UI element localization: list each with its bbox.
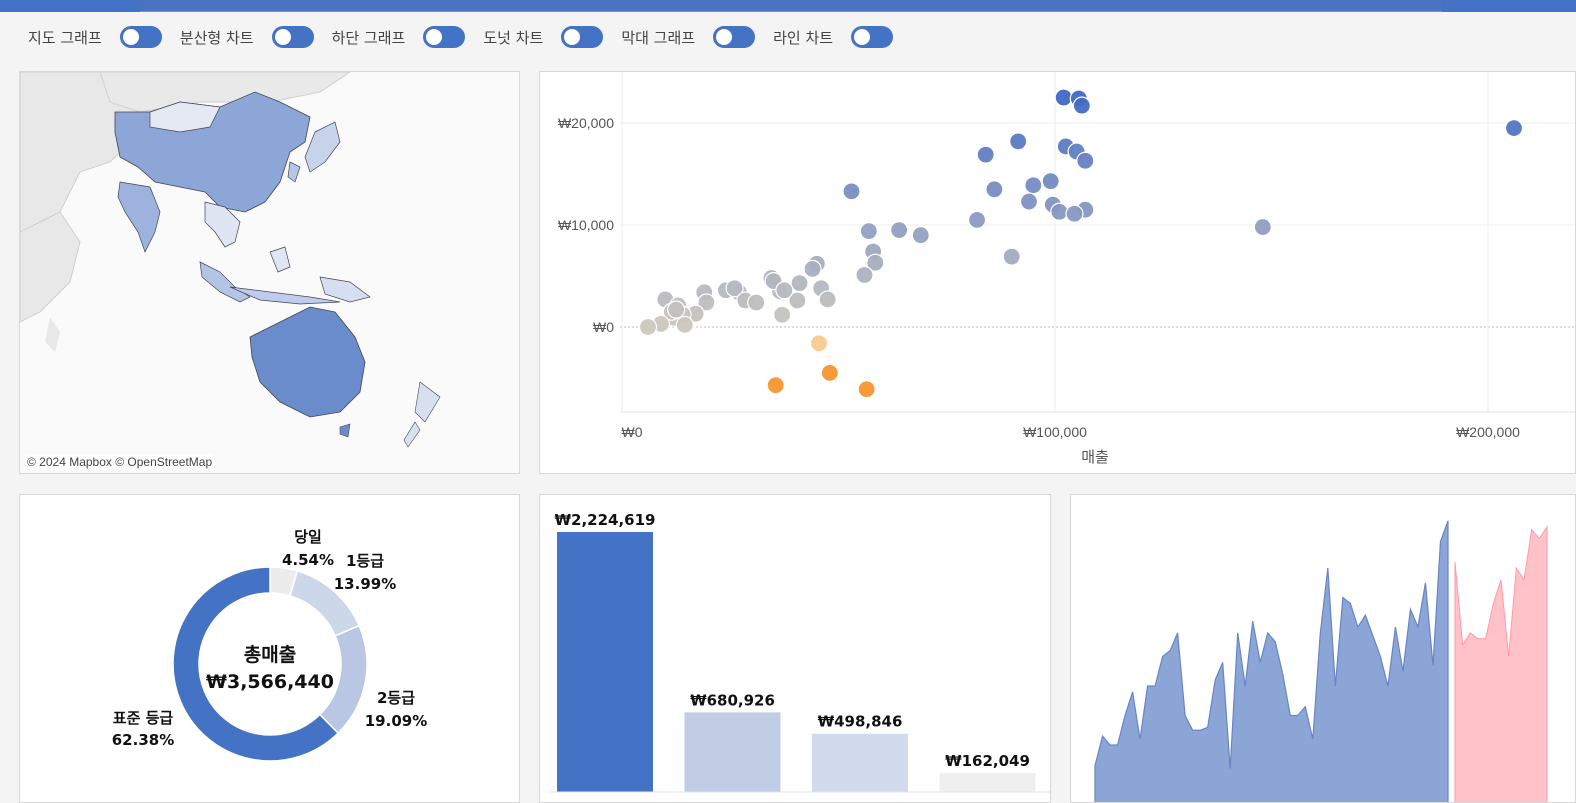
scatter-point[interactable]	[859, 222, 878, 241]
bar[interactable]	[812, 733, 908, 792]
map-svg[interactable]	[20, 72, 520, 474]
toggle-label: 라인 차트	[773, 28, 834, 47]
toggle-switch[interactable]	[561, 26, 604, 48]
area-series-forecast[interactable]	[1454, 525, 1548, 803]
toggle-toolbar: 지도 그래프 분산형 차트 하단 그래프 도넛 차트 막대 그래프 라인 차트	[28, 24, 911, 50]
scatter-point[interactable]	[773, 305, 792, 324]
x-tick-label: ₩200,000	[1456, 424, 1520, 440]
bar-value-label: ₩680,926	[690, 691, 775, 709]
bar-chart[interactable]: ₩2,224,619 ₩680,926 ₩498,846 ₩162,049	[540, 495, 1051, 803]
scatter-point[interactable]	[1002, 247, 1021, 266]
scatter-point[interactable]	[967, 210, 987, 229]
scatter-point[interactable]	[667, 300, 686, 319]
bar[interactable]	[557, 532, 653, 792]
scatter-point[interactable]	[1065, 204, 1084, 223]
y-tick-label: ₩10,000	[558, 217, 614, 233]
slice-label: 1등급	[346, 552, 384, 570]
toggle-knob	[716, 29, 733, 45]
toggle-switch[interactable]	[713, 26, 756, 48]
bar[interactable]	[939, 773, 1036, 792]
toggle-knob	[854, 29, 871, 45]
slice-pct: 19.09%	[365, 712, 427, 730]
scatter-point[interactable]	[775, 281, 794, 300]
x-axis-title: 매출	[1081, 449, 1109, 466]
scatter-panel[interactable]: ₩0 ₩100,000 ₩200,000 ₩0 ₩10,000 ₩20,000 …	[539, 71, 1576, 474]
scatter-point[interactable]	[809, 334, 829, 353]
toggle-knob	[426, 29, 443, 45]
scatter-point[interactable]	[911, 226, 930, 245]
bar-panel[interactable]: ₩2,224,619 ₩680,926 ₩498,846 ₩162,049	[539, 494, 1051, 803]
scatter-chart[interactable]: ₩0 ₩100,000 ₩200,000 ₩0 ₩10,000 ₩20,000 …	[540, 72, 1576, 474]
toggle-switch[interactable]	[423, 26, 466, 48]
slice-pct: 13.99%	[334, 575, 396, 593]
scatter-point[interactable]	[1072, 96, 1091, 115]
toggle-label: 도넛 차트	[483, 28, 544, 47]
scatter-point[interactable]	[1050, 202, 1069, 221]
area-panel[interactable]	[1070, 494, 1576, 803]
scatter-point[interactable]	[820, 363, 839, 382]
scatter-point[interactable]	[855, 265, 874, 285]
toggle-label: 분산형 차트	[179, 28, 254, 47]
toggle-line[interactable]: 라인 차트	[773, 26, 894, 48]
slice-pct: 62.38%	[112, 731, 174, 749]
toggle-knob	[564, 29, 581, 45]
y-tick-label: ₩0	[593, 319, 614, 335]
top-banner-strip	[140, 0, 1442, 12]
toggle-switch[interactable]	[851, 26, 894, 48]
scatter-point[interactable]	[1041, 172, 1060, 191]
toggle-knob	[122, 29, 139, 45]
donut-center-value: ₩3,566,440	[206, 671, 334, 693]
toggle-switch[interactable]	[119, 26, 162, 48]
scatter-point[interactable]	[1076, 151, 1095, 170]
scatter-point[interactable]	[766, 376, 785, 395]
scatter-point[interactable]	[1019, 192, 1039, 211]
toggle-bar[interactable]: 막대 그래프	[621, 26, 756, 48]
scatter-point[interactable]	[1054, 88, 1073, 107]
x-tick-label: ₩100,000	[1023, 424, 1087, 440]
bar-value-label: ₩2,224,619	[554, 511, 655, 529]
slice-label: 표준 등급	[113, 709, 174, 727]
toggle-map[interactable]: 지도 그래프	[28, 26, 162, 48]
bar-value-label: ₩498,846	[818, 713, 903, 731]
toggle-label: 하단 그래프	[331, 28, 406, 47]
donut-center-title: 총매출	[244, 644, 296, 666]
scatter-point[interactable]	[638, 317, 658, 337]
toggle-donut[interactable]: 도넛 차트	[483, 26, 604, 48]
toggle-switch[interactable]	[271, 26, 314, 48]
scatter-point[interactable]	[890, 221, 909, 240]
toggle-scatter[interactable]: 분산형 차트	[180, 26, 314, 48]
scatter-point[interactable]	[818, 290, 837, 309]
scatter-point[interactable]	[842, 182, 861, 201]
toggle-knob	[274, 29, 291, 45]
toggle-label: 지도 그래프	[28, 28, 102, 47]
map-panel[interactable]: © 2024 Mapbox © OpenStreetMap	[19, 71, 520, 474]
y-tick-label: ₩20,000	[558, 115, 614, 131]
x-tick-label: ₩0	[622, 424, 643, 440]
map-attribution[interactable]: © 2024 Mapbox © OpenStreetMap	[25, 454, 215, 470]
scatter-point[interactable]	[1504, 118, 1524, 138]
toggle-label: 막대 그래프	[621, 28, 696, 47]
area-series-actual[interactable]	[1094, 520, 1449, 803]
scatter-point[interactable]	[1009, 132, 1028, 151]
donut-panel[interactable]: 총매출 ₩3,566,440 당일 4.54% 1등급 13.99% 2등급 1…	[19, 494, 520, 803]
scatter-point[interactable]	[976, 145, 995, 164]
toggle-bottom[interactable]: 하단 그래프	[332, 26, 466, 48]
scatter-point[interactable]	[747, 293, 766, 312]
slice-label: 2등급	[377, 689, 415, 707]
scatter-point[interactable]	[803, 259, 822, 278]
scatter-point[interactable]	[790, 274, 809, 293]
top-banner	[0, 0, 1576, 12]
scatter-point[interactable]	[1253, 217, 1272, 237]
bar-value-label: ₩162,049	[945, 752, 1030, 770]
bar[interactable]	[684, 712, 781, 792]
scatter-point[interactable]	[857, 380, 876, 399]
scatter-point[interactable]	[985, 180, 1004, 199]
slice-label: 당일	[294, 528, 322, 546]
area-chart[interactable]	[1071, 495, 1576, 803]
scatter-point[interactable]	[1024, 176, 1043, 195]
donut-chart[interactable]: 총매출 ₩3,566,440 당일 4.54% 1등급 13.99% 2등급 1…	[20, 495, 520, 803]
scatter-point[interactable]	[675, 315, 694, 335]
slice-pct: 4.54%	[282, 551, 334, 569]
